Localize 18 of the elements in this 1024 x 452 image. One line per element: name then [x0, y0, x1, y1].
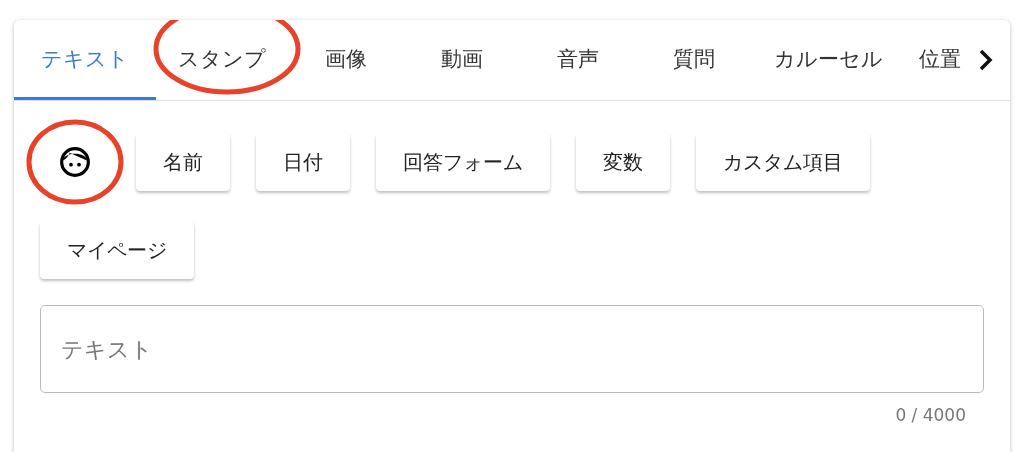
tab[interactable]: スタンプ	[156, 20, 288, 100]
tab[interactable]: 音声	[520, 20, 636, 100]
tab[interactable]: 画像	[288, 20, 404, 100]
tab[interactable]: 質問	[636, 20, 752, 100]
character-counter: 0 / 4000	[894, 404, 967, 425]
face-icon[interactable]	[59, 146, 91, 178]
insert-button[interactable]: 回答フォーム	[376, 133, 550, 191]
tab[interactable]: テキスト	[14, 20, 156, 100]
tab[interactable]: カルーセル	[752, 20, 905, 100]
insert-button[interactable]: カスタム項目	[696, 133, 870, 191]
tab[interactable]: 動画	[404, 20, 520, 100]
insert-button[interactable]: マイページ	[40, 221, 194, 279]
chevron-right-icon[interactable]	[978, 48, 994, 72]
tab[interactable]: 位置	[905, 20, 961, 100]
text-field[interactable]: テキスト	[40, 305, 984, 393]
insert-button[interactable]: 変数	[576, 133, 670, 191]
insert-button[interactable]: 日付	[256, 133, 350, 191]
insert-button[interactable]: 名前	[136, 133, 230, 191]
